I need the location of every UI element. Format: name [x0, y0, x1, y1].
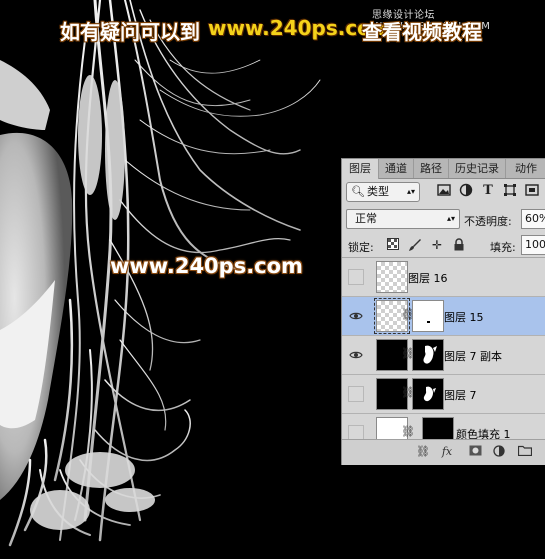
layer-row[interactable]: ⛓︎ 图层 7 副本 [342, 336, 545, 375]
updown-arrow-icon: ▴▾ [446, 214, 455, 223]
lock-move-icon[interactable]: ✛ [430, 238, 444, 252]
layer-name[interactable]: 图层 7 [444, 387, 477, 403]
search-icon: 🔍︎ [351, 185, 365, 198]
eye-icon[interactable] [348, 347, 364, 363]
smart-object-filter-icon[interactable] [524, 183, 540, 199]
watermark-tutorial-text: 查看视频教程 [362, 20, 482, 44]
opacity-label: 不透明度: [464, 215, 512, 228]
add-mask-icon[interactable] [468, 445, 482, 459]
fx-button[interactable]: fx [440, 445, 454, 459]
adjustment-filter-icon[interactable] [458, 183, 474, 199]
type-filter-icon[interactable]: T [480, 183, 496, 199]
layers-panel: 图层 通道 路径 历史记录 动作 🔍︎ 类型 ▴▾ T 正常 ▴▾ 不透明度: [341, 158, 545, 465]
watermark-question-text: 如有疑问可以到 [60, 20, 200, 44]
blend-mode-select[interactable]: 正常 ▴▾ [346, 209, 460, 229]
image-filter-icon[interactable] [436, 183, 452, 199]
layer-row-selected[interactable]: ⛓︎ 图层 15 [342, 297, 545, 336]
link-layers-icon[interactable]: ⛓︎ [416, 445, 430, 459]
layer-mask-thumbnail[interactable] [412, 339, 444, 371]
tab-layers[interactable]: 图层 [342, 159, 379, 179]
layer-list: 图层 16 ⛓︎ 图层 15 ⛓︎ 图层 7 副本 ⛓︎ 图层 7 ⛓︎ 颜色填… [342, 258, 545, 453]
layer-name[interactable]: 图层 16 [408, 270, 448, 286]
blend-row: 正常 ▴▾ 不透明度: 60% [342, 206, 545, 232]
top-watermark: 思缘设计论坛 WWW.MISSYUAN.COM 如有疑问可以到 www.240p… [0, 10, 545, 44]
lock-paint-icon[interactable] [408, 238, 422, 252]
lock-transparent-icon[interactable] [386, 238, 400, 252]
visibility-toggle[interactable] [348, 386, 364, 402]
lock-label: 锁定: [348, 241, 374, 254]
filter-kind-select[interactable]: 🔍︎ 类型 ▴▾ [346, 182, 420, 202]
tab-paths[interactable]: 路径 [414, 159, 449, 178]
filter-kind-label: 类型 [367, 185, 389, 198]
layer-thumbnail [376, 261, 408, 293]
new-group-folder-icon[interactable] [517, 445, 533, 459]
lock-all-icon[interactable] [452, 238, 466, 252]
panel-bottom-bar: ⛓︎ fx [342, 439, 545, 465]
layer-mask-thumbnail[interactable] [412, 378, 444, 410]
visibility-toggle[interactable] [348, 269, 364, 285]
eye-icon[interactable] [348, 308, 364, 324]
layer-row[interactable]: 图层 16 [342, 258, 545, 297]
tab-actions[interactable]: 动作 [506, 159, 545, 178]
fill-input[interactable]: 100% [521, 235, 545, 255]
opacity-input[interactable]: 60% [521, 209, 545, 229]
tab-history[interactable]: 历史记录 [449, 159, 506, 178]
link-chain-icon[interactable]: ⛓︎ [401, 425, 415, 438]
lock-row: 锁定: ✛ 填充: 100% [342, 233, 545, 258]
layer-mask-thumbnail[interactable] [412, 300, 444, 332]
shape-filter-icon[interactable] [502, 183, 518, 199]
fill-label: 填充: [490, 241, 516, 254]
updown-arrow-icon: ▴▾ [406, 187, 415, 196]
layer-name[interactable]: 图层 7 副本 [444, 348, 502, 364]
layer-name[interactable]: 图层 15 [444, 309, 484, 325]
tab-channels[interactable]: 通道 [379, 159, 414, 178]
filter-row: 🔍︎ 类型 ▴▾ T [342, 179, 545, 205]
blend-mode-value: 正常 [355, 212, 377, 225]
layer-row[interactable]: ⛓︎ 图层 7 [342, 375, 545, 414]
center-watermark-url: www.240ps.com [110, 254, 303, 278]
panel-tab-bar: 图层 通道 路径 历史记录 动作 [342, 159, 545, 179]
adjustment-layer-icon[interactable] [492, 445, 506, 459]
